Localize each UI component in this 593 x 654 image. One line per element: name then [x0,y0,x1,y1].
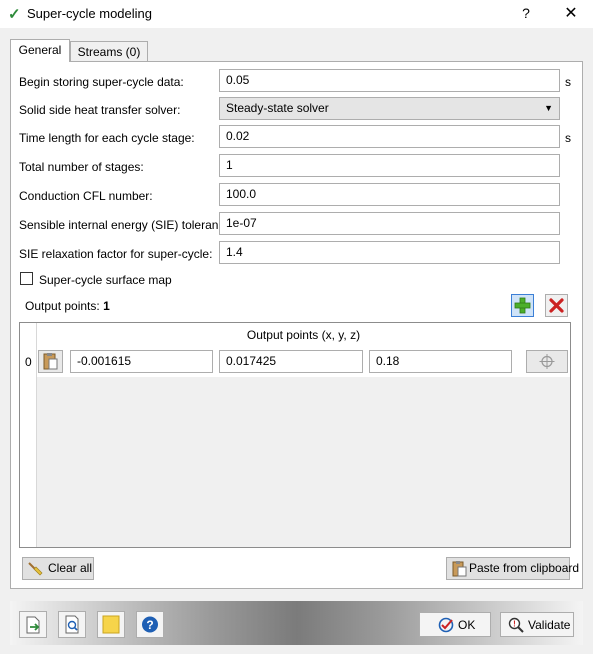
export-icon [26,616,40,634]
delete-icon [549,298,564,313]
dropdown-arrow-icon: ▼ [544,103,553,113]
sie-tolerance-label: Sensible internal energy (SIE) tolerance… [19,218,235,232]
total-stages-label: Total number of stages: [19,160,144,174]
table-empty-area [37,377,570,547]
question-icon: ? [142,616,158,633]
svg-text:!: ! [513,620,516,629]
begin-storing-label: Begin storing super-cycle data: [19,75,184,89]
clear-all-label: Clear all [48,561,93,575]
time-length-input[interactable]: 0.02 [219,125,560,148]
sie-relaxation-label: SIE relaxation factor for super-cycle: [19,247,213,261]
row-paste-button[interactable] [38,350,63,373]
plus-icon [514,297,531,314]
point-x-input[interactable]: -0.001615 [70,350,213,373]
output-points-table: Output points (x, y, z) 0 -0.001615 0.01… [19,322,571,548]
row-index: 0 [25,355,32,369]
window-title: Super-cycle modeling [27,6,153,21]
bottom-toolbar [10,601,583,645]
paste-from-clipboard-button[interactable]: Paste from clipboard [446,557,579,580]
cfl-input[interactable]: 100.0 [219,183,560,206]
tab-general[interactable]: General [10,39,70,62]
svg-text:?: ? [146,618,153,632]
point-y-input[interactable]: 0.017425 [219,350,363,373]
clipboard-icon [43,353,58,370]
output-points-count: 1 [103,299,110,313]
sie-relaxation-input[interactable]: 1.4 [219,241,560,264]
pick-point-button[interactable] [526,350,568,373]
table-header: Output points (x, y, z) [246,328,361,342]
validate-button[interactable]: ! Validate [500,612,574,637]
broom-icon [27,560,43,583]
solver-select[interactable]: Steady-state solver ▼ [219,97,560,120]
checkmark-icon: ✓ [8,6,21,23]
begin-storing-unit: s [565,75,571,89]
clipboard-icon [451,560,467,584]
paste-label: Paste from clipboard [469,561,580,575]
surface-map-checkbox[interactable] [20,272,33,285]
clear-all-button[interactable]: Clear all [22,557,94,580]
surface-map-label: Super-cycle surface map [39,273,172,287]
close-button[interactable]: ✕ [562,3,580,23]
output-points-summary: Output points: 1 [25,299,110,313]
sticky-note-icon [102,615,120,634]
cfl-label: Conduction CFL number: [19,189,153,203]
crosshair-icon [539,354,555,369]
add-point-button[interactable] [511,294,534,317]
ok-check-icon [438,617,454,633]
total-stages-input[interactable]: 1 [219,154,560,177]
output-points-label: Output points: [25,299,100,313]
begin-storing-input[interactable]: 0.05 [219,69,560,92]
validate-label: Validate [528,618,571,632]
point-z-input[interactable]: 0.18 [369,350,512,373]
tab-streams[interactable]: Streams (0) [70,41,148,62]
time-length-label: Time length for each cycle stage: [19,131,195,145]
export-button[interactable] [19,611,47,638]
delete-point-button[interactable] [545,294,568,317]
ok-label: OK [458,618,476,632]
magnifier-icon: ! [508,617,524,633]
document-search-icon [65,615,79,634]
solver-label: Solid side heat transfer solver: [19,103,181,117]
sie-tolerance-input[interactable]: 1e-07 [219,212,560,235]
title-bar: ✓ Super-cycle modeling ? ✕ [0,0,593,28]
notes-button[interactable] [97,611,125,638]
ok-button[interactable]: OK [419,612,491,637]
help-button[interactable]: ? [518,5,534,21]
time-length-unit: s [565,131,571,145]
report-button[interactable] [58,611,86,638]
solver-select-value: Steady-state solver [226,101,329,115]
help-icon-button[interactable]: ? [136,611,164,638]
